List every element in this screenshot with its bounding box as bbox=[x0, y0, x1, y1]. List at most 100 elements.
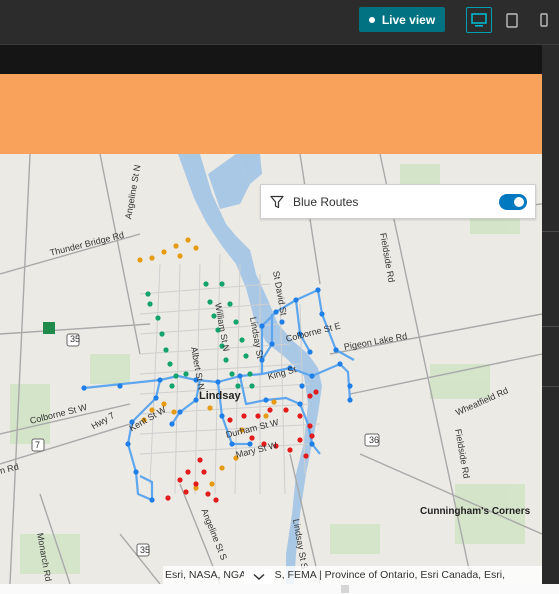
stop-blue-marker[interactable] bbox=[263, 397, 269, 403]
toggle-knob bbox=[514, 197, 524, 207]
stop-green-marker[interactable] bbox=[227, 301, 233, 307]
stop-red-marker[interactable] bbox=[165, 495, 171, 501]
stop-orange-marker[interactable] bbox=[149, 255, 155, 261]
stop-green-marker[interactable] bbox=[173, 373, 179, 379]
stop-red-marker[interactable] bbox=[205, 491, 211, 497]
stop-red-marker[interactable] bbox=[255, 413, 261, 419]
stop-green-marker[interactable] bbox=[243, 353, 249, 359]
stop-blue-marker[interactable] bbox=[337, 361, 343, 367]
stop-green-marker[interactable] bbox=[167, 361, 173, 367]
stop-orange-marker[interactable] bbox=[137, 257, 143, 263]
stop-green-marker[interactable] bbox=[233, 319, 239, 325]
stop-orange-marker[interactable] bbox=[193, 245, 199, 251]
stop-orange-marker[interactable] bbox=[177, 253, 183, 259]
stop-green-marker[interactable] bbox=[145, 291, 151, 297]
stop-green-marker[interactable] bbox=[219, 281, 225, 287]
stop-blue-marker[interactable] bbox=[193, 397, 199, 403]
stop-blue-marker[interactable] bbox=[81, 385, 87, 391]
stop-red-marker[interactable] bbox=[309, 433, 315, 439]
stop-blue-marker[interactable] bbox=[347, 397, 353, 403]
stop-green-marker[interactable] bbox=[147, 301, 153, 307]
stop-red-marker[interactable] bbox=[307, 423, 313, 429]
stop-blue-marker[interactable] bbox=[219, 413, 225, 419]
stop-red-marker[interactable] bbox=[197, 457, 203, 463]
phone-icon bbox=[540, 13, 548, 27]
stop-blue-marker[interactable] bbox=[269, 341, 275, 347]
stop-green-marker[interactable] bbox=[229, 371, 235, 377]
scroll-thumb[interactable] bbox=[341, 585, 349, 593]
stop-red-marker[interactable] bbox=[303, 453, 309, 459]
stop-blue-marker[interactable] bbox=[309, 373, 315, 379]
stop-green-marker[interactable] bbox=[155, 315, 161, 321]
stop-blue-marker[interactable] bbox=[347, 383, 353, 389]
stop-green-marker[interactable] bbox=[183, 371, 189, 377]
stop-red-marker[interactable] bbox=[287, 447, 293, 453]
stop-blue-marker[interactable] bbox=[157, 377, 163, 383]
stop-red-marker[interactable] bbox=[297, 437, 303, 443]
stop-orange-marker[interactable] bbox=[271, 399, 277, 405]
stop-orange-marker[interactable] bbox=[219, 465, 225, 471]
stop-orange-marker[interactable] bbox=[263, 413, 269, 419]
live-view-button[interactable]: Live view bbox=[359, 7, 445, 32]
stop-blue-marker[interactable] bbox=[315, 287, 321, 293]
stop-orange-marker[interactable] bbox=[161, 249, 167, 255]
stop-orange-marker[interactable] bbox=[209, 481, 215, 487]
expand-attribution-button[interactable] bbox=[244, 569, 274, 584]
stop-blue-marker[interactable] bbox=[177, 409, 183, 415]
stop-blue-marker[interactable] bbox=[215, 379, 221, 385]
stop-blue-marker[interactable] bbox=[125, 441, 131, 447]
stop-red-marker[interactable] bbox=[249, 435, 255, 441]
stop-blue-marker[interactable] bbox=[293, 297, 299, 303]
desktop-view-button[interactable] bbox=[466, 7, 492, 33]
map-view[interactable]: Angeline St N Thunder Bridge Rd St David… bbox=[0, 154, 542, 584]
stop-blue-marker[interactable] bbox=[309, 441, 315, 447]
stop-red-marker[interactable] bbox=[183, 489, 189, 495]
stop-blue-marker[interactable] bbox=[169, 421, 175, 427]
stop-red-marker[interactable] bbox=[283, 407, 289, 413]
stop-red-marker[interactable] bbox=[313, 389, 319, 395]
stop-green-marker[interactable] bbox=[247, 371, 253, 377]
stop-blue-marker[interactable] bbox=[333, 347, 339, 353]
stop-blue-marker[interactable] bbox=[229, 441, 235, 447]
stop-red-marker[interactable] bbox=[297, 413, 303, 419]
highway-label: 35 bbox=[70, 334, 81, 344]
stop-green-marker[interactable] bbox=[235, 383, 241, 389]
stop-green-marker[interactable] bbox=[223, 357, 229, 363]
tablet-view-button[interactable] bbox=[501, 7, 523, 33]
stop-orange-marker[interactable] bbox=[171, 409, 177, 415]
stop-blue-marker[interactable] bbox=[153, 395, 159, 401]
stop-green-marker[interactable] bbox=[207, 299, 213, 305]
stop-green-marker[interactable] bbox=[163, 347, 169, 353]
stop-green-marker[interactable] bbox=[249, 383, 255, 389]
stop-blue-marker[interactable] bbox=[307, 349, 313, 355]
phone-view-button[interactable] bbox=[533, 7, 555, 33]
stop-blue-marker[interactable] bbox=[149, 497, 155, 503]
stop-blue-marker[interactable] bbox=[133, 469, 139, 475]
stop-green-marker[interactable] bbox=[169, 383, 175, 389]
stop-red-marker[interactable] bbox=[213, 497, 219, 503]
stop-blue-marker[interactable] bbox=[319, 311, 325, 317]
stop-blue-marker[interactable] bbox=[117, 383, 123, 389]
stop-green-marker[interactable] bbox=[239, 337, 245, 343]
stop-red-marker[interactable] bbox=[307, 393, 313, 399]
stop-orange-marker[interactable] bbox=[173, 243, 179, 249]
stop-red-marker[interactable] bbox=[185, 469, 191, 475]
stop-blue-marker[interactable] bbox=[299, 383, 305, 389]
stop-orange-marker[interactable] bbox=[207, 405, 213, 411]
stop-blue-marker[interactable] bbox=[237, 373, 243, 379]
map-attribution: Esri, NASA, NGA, USGS, FEMA | Province o… bbox=[163, 566, 542, 584]
stop-red-marker[interactable] bbox=[177, 477, 183, 483]
blue-routes-toggle[interactable] bbox=[499, 194, 527, 210]
stop-red-marker[interactable] bbox=[193, 481, 199, 487]
stop-red-marker[interactable] bbox=[267, 407, 273, 413]
stop-blue-marker[interactable] bbox=[279, 319, 285, 325]
stop-orange-marker[interactable] bbox=[185, 237, 191, 243]
stop-blue-marker[interactable] bbox=[259, 323, 265, 329]
stop-green-marker[interactable] bbox=[203, 281, 209, 287]
route-filter-card: Blue Routes bbox=[260, 184, 536, 219]
stop-blue-marker[interactable] bbox=[297, 401, 303, 407]
stop-green-marker[interactable] bbox=[159, 331, 165, 337]
stop-red-marker[interactable] bbox=[201, 469, 207, 475]
stop-red-marker[interactable] bbox=[227, 417, 233, 423]
stop-red-marker[interactable] bbox=[241, 413, 247, 419]
